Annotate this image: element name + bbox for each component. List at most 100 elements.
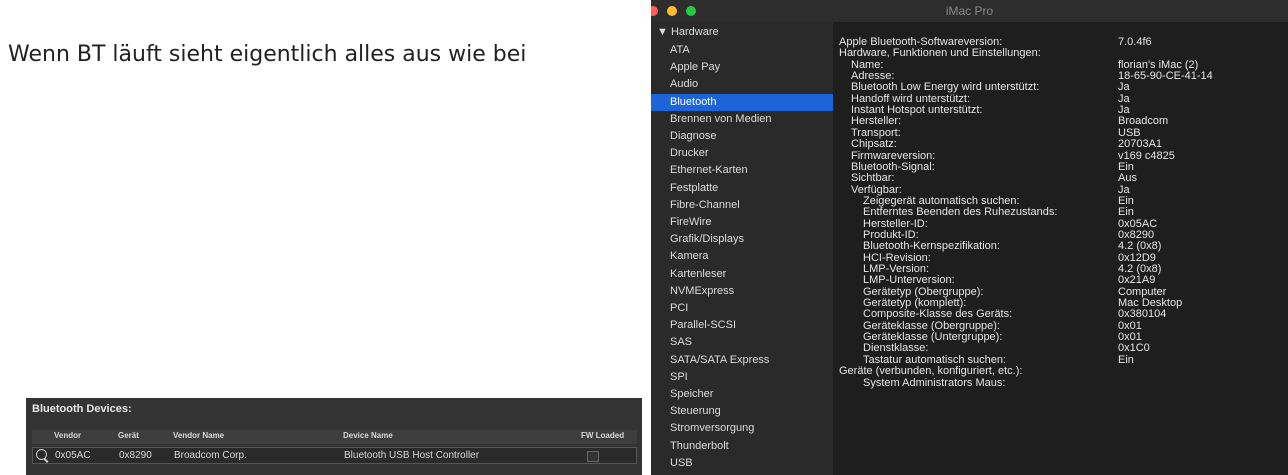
detail-key: Hersteller:	[851, 115, 902, 128]
detail-key: Hardware, Funktionen und Einstellungen:	[839, 47, 1041, 60]
detail-key: Bluetooth Low Energy wird unterstützt:	[851, 81, 1040, 94]
detail-value: Computer	[1118, 285, 1167, 298]
detail-value: Ein	[1118, 353, 1134, 366]
detail-value: Ja	[1118, 104, 1130, 117]
detail-key: Firmwareversion:	[851, 149, 936, 162]
table-header: Vendor Gerät Vendor Name Device Name FW …	[32, 430, 637, 444]
detail-key: Geräteklasse (Untergruppe):	[863, 331, 1003, 344]
sidebar-item-grafik-displays[interactable]: Grafik/Displays	[651, 231, 833, 248]
sidebar-item-kartenleser[interactable]: Kartenleser	[651, 266, 833, 283]
detail-value: Ein	[1118, 206, 1134, 219]
detail-value: florian's iMac (2)	[1118, 58, 1199, 71]
detail-value: Broadcom	[1118, 115, 1169, 128]
sidebar-item-drucker[interactable]: Drucker	[651, 145, 833, 162]
bluetooth-devices-panel: Bluetooth Devices: Vendor Gerät Vendor N…	[26, 398, 642, 475]
detail-key: Verfügbar:	[851, 183, 902, 196]
column-header-vendor[interactable]: Vendor	[54, 431, 81, 440]
search-icon[interactable]	[36, 449, 47, 460]
detail-key: Tastatur automatisch suchen:	[863, 353, 1007, 366]
detail-value: 18-65-90-CE-41-14	[1118, 70, 1213, 83]
detail-key: Bluetooth-Signal:	[851, 160, 935, 173]
sidebar-item-sata-sata-express[interactable]: SATA/SATA Express	[651, 352, 833, 369]
sidebar: ▼ Hardware ATA Apple Pay Audio Bluetooth Bre…	[651, 22, 833, 475]
detail-key: Dienstklasse:	[863, 342, 929, 355]
detail-key: Geräteklasse (Obergruppe):	[863, 319, 1000, 332]
detail-value: 7.0.4f6	[1118, 36, 1152, 48]
sidebar-item-ethernet-karten[interactable]: Ethernet-Karten	[651, 162, 833, 179]
detail-key: Sichtbar:	[851, 172, 895, 185]
column-header-vendor-name[interactable]: Vendor Name	[173, 431, 224, 440]
column-header-fw-loaded[interactable]: FW Loaded	[581, 431, 624, 440]
table-row[interactable]: 0x05AC 0x8290 Broadcom Corp. Bluetooth U…	[32, 447, 637, 464]
sidebar-item-usb[interactable]: USB	[651, 455, 833, 472]
detail-value: 0x05AC	[1118, 217, 1158, 230]
detail-value: 0x8290	[1118, 228, 1155, 241]
sidebar-item-audio[interactable]: Audio	[651, 76, 833, 93]
fw-loaded-checkbox[interactable]	[587, 451, 599, 462]
column-header-geraet[interactable]: Gerät	[118, 431, 139, 440]
sidebar-item-stromversorgung[interactable]: Stromversorgung	[651, 420, 833, 437]
sidebar-item-spi[interactable]: SPI	[651, 369, 833, 386]
detail-key: Gerätetyp (Obergruppe):	[863, 285, 984, 298]
sidebar-item-firewire[interactable]: FireWire	[651, 214, 833, 231]
post-text: Wenn BT läuft sieht eigentlich alles aus…	[8, 42, 527, 67]
cell-vendor: 0x05AC	[55, 450, 91, 461]
detail-key: Apple Bluetooth-Softwareversion:	[839, 36, 1003, 48]
detail-value: 4.2 (0x8)	[1118, 263, 1162, 275]
detail-key: Entferntes Beenden des Ruhezustands:	[863, 206, 1058, 219]
detail-key: Chipsatz:	[851, 138, 897, 151]
cell-device-name: Bluetooth USB Host Controller	[344, 450, 480, 461]
sidebar-item-pci[interactable]: PCI	[651, 300, 833, 317]
detail-value: Aus	[1118, 172, 1137, 185]
detail-value: 0x01	[1118, 331, 1142, 344]
detail-key: Handoff wird unterstützt:	[851, 92, 971, 105]
detail-value: v169 c4825	[1118, 149, 1175, 162]
detail-value: 0x380104	[1118, 308, 1167, 321]
sidebar-item-diagnose[interactable]: Diagnose	[651, 128, 833, 145]
detail-key: LMP-Version:	[863, 263, 930, 275]
detail-key: Name:	[851, 58, 884, 71]
sidebar-item-kamera[interactable]: Kamera	[651, 248, 833, 265]
sidebar-item-steuerung[interactable]: Steuerung	[651, 403, 833, 420]
sidebar-item-nvmexpress[interactable]: NVMExpress	[651, 283, 833, 300]
detail-value: Mac Desktop	[1118, 297, 1183, 310]
bluetooth-devices-title: Bluetooth Devices:	[32, 403, 132, 415]
sidebar-item-bluetooth[interactable]: Bluetooth	[651, 93, 833, 111]
detail-key: Instant Hotspot unterstützt:	[851, 104, 983, 117]
column-header-device-name[interactable]: Device Name	[343, 431, 393, 440]
window-title: iMac Pro	[945, 4, 994, 18]
detail-value: 0x21A9	[1118, 274, 1156, 287]
detail-value: USB	[1118, 126, 1141, 139]
sidebar-item-thunderbolt[interactable]: Thunderbolt	[651, 438, 833, 455]
detail-key: Hersteller-ID:	[863, 217, 928, 230]
detail-value: Ja	[1118, 92, 1130, 105]
sidebar-item-parallel-scsi[interactable]: Parallel-SCSI	[651, 317, 833, 334]
detail-key: Zeigegerät automatisch suchen:	[863, 194, 1020, 207]
detail-key: System Administrators Maus:	[863, 376, 1006, 389]
detail-value: Ja	[1118, 81, 1130, 94]
sidebar-item-sas[interactable]: SAS	[651, 334, 833, 351]
detail-key: Transport:	[851, 126, 901, 139]
sidebar-item-fibre-channel[interactable]: Fibre-Channel	[651, 197, 833, 214]
sidebar-item-speicher[interactable]: Speicher	[651, 386, 833, 403]
detail-key: Bluetooth-Kernspezifikation:	[863, 240, 1000, 253]
detail-key: Adresse:	[851, 70, 895, 83]
sidebar-item-festplatte[interactable]: Festplatte	[651, 180, 833, 197]
detail-key: Gerätetyp (komplett):	[863, 297, 967, 310]
detail-key: Geräte (verbunden, konfiguriert, etc.):	[839, 365, 1023, 378]
sidebar-item-apple-pay[interactable]: Apple Pay	[651, 59, 833, 76]
cell-vendor-name: Broadcom Corp.	[174, 450, 247, 461]
detail-value: 0x1C0	[1118, 342, 1150, 355]
sidebar-group-hardware[interactable]: ▼ Hardware	[657, 26, 719, 38]
detail-key: HCI-Revision:	[863, 251, 931, 264]
cell-geraet: 0x8290	[119, 450, 152, 461]
detail-value: 20703A1	[1118, 138, 1163, 151]
system-information-window: iMac Pro ▼ Hardware ATA Apple Pay Audio Blu…	[651, 0, 1288, 475]
detail-value: 4.2 (0x8)	[1118, 240, 1162, 253]
detail-value: 0x01	[1118, 319, 1142, 332]
sidebar-item-ata[interactable]: ATA	[651, 42, 833, 59]
detail-value: Ein	[1118, 194, 1134, 207]
sidebar-item-brennen-von-medien[interactable]: Brennen von Medien	[651, 111, 833, 128]
detail-value: Ein	[1118, 160, 1134, 173]
detail-key: LMP-Unterversion:	[863, 274, 955, 287]
